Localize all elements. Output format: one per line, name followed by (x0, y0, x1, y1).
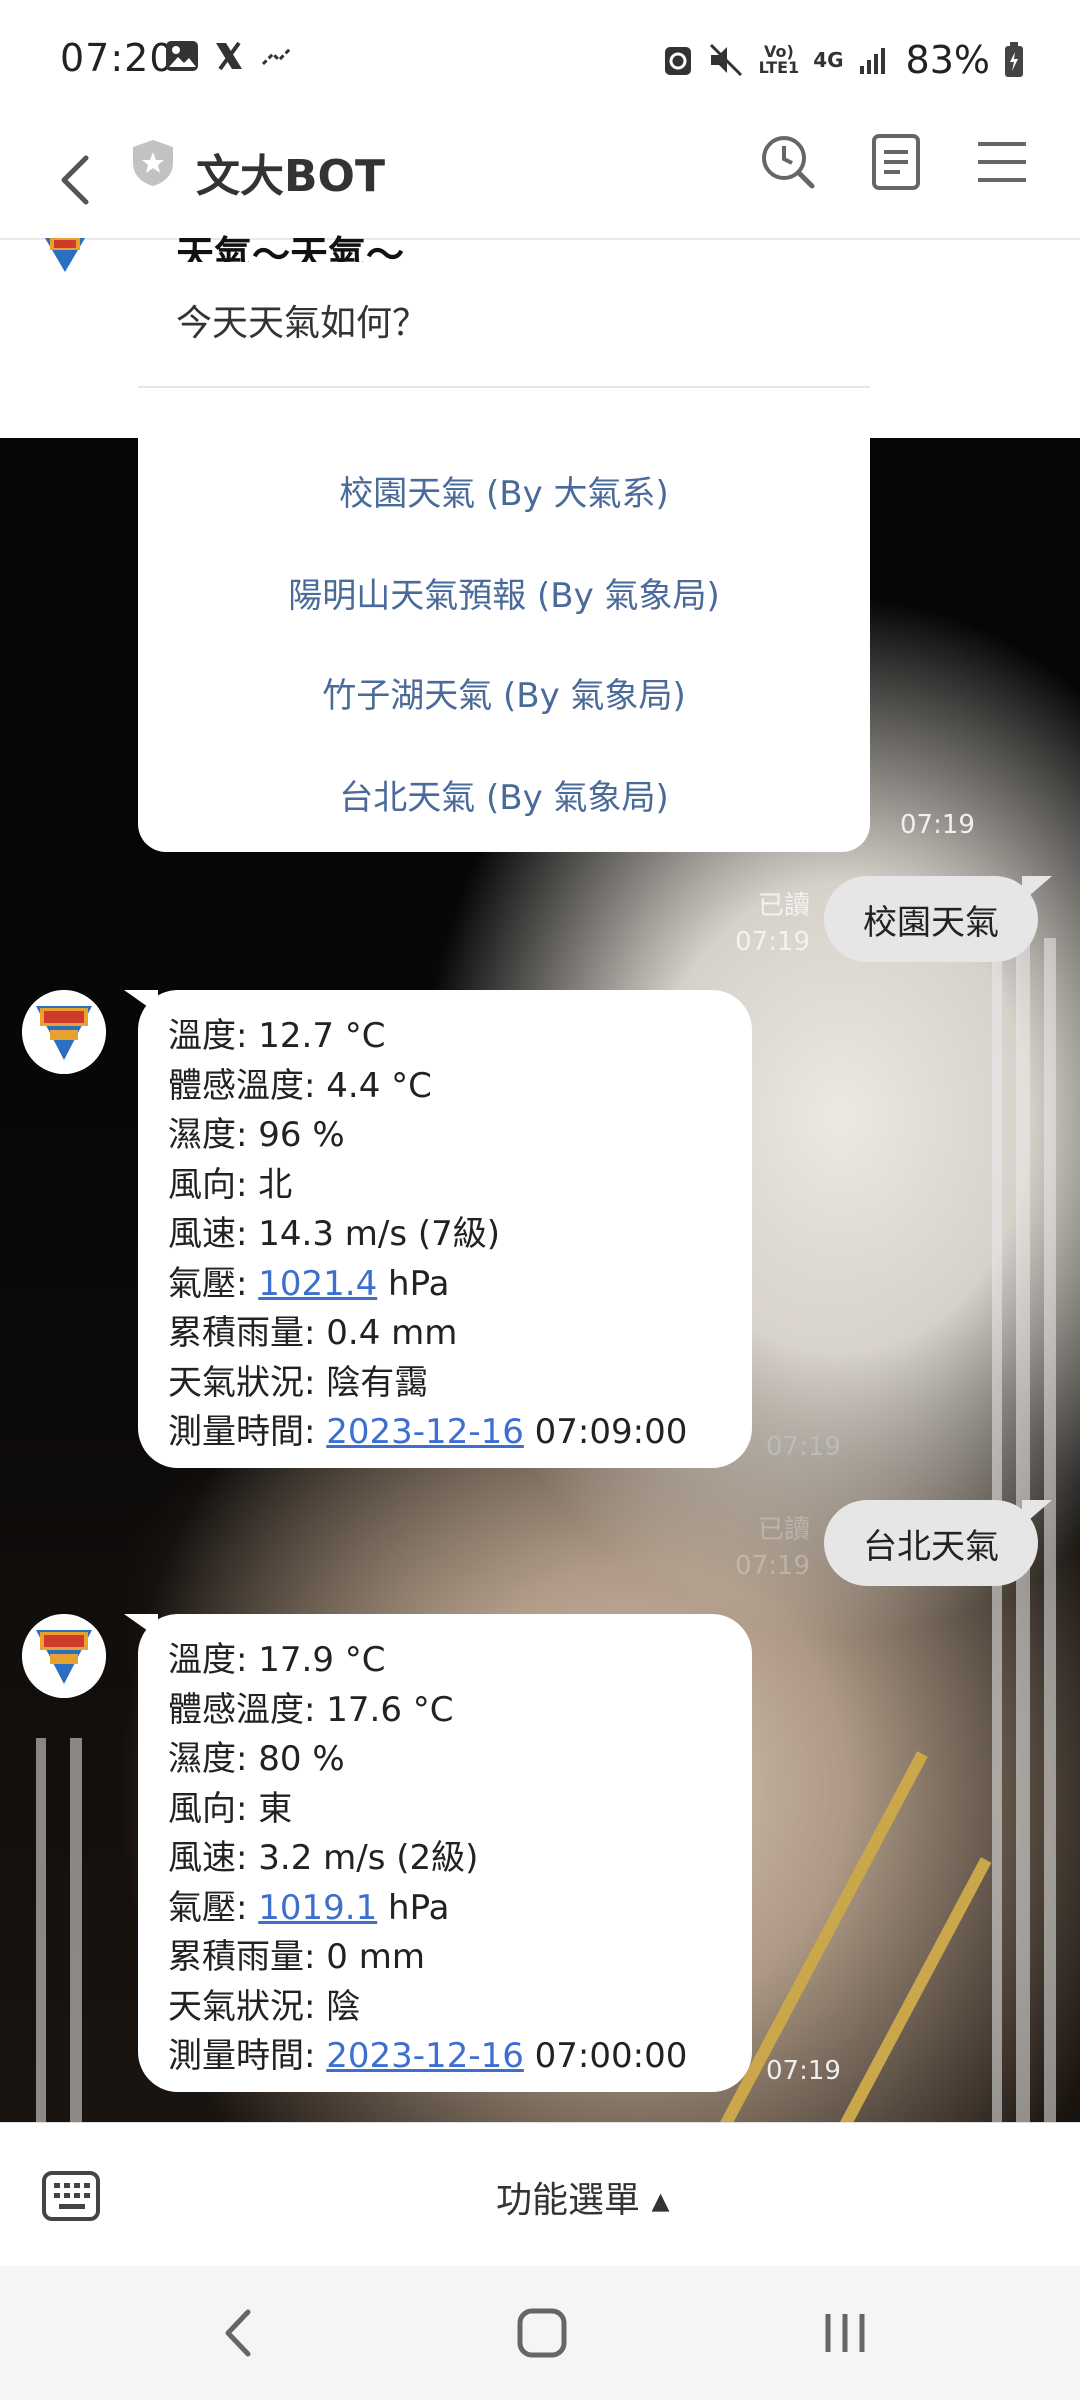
system-navigation-bar (0, 2266, 1080, 2400)
menu-option-yangmingshan[interactable]: 陽明山天氣預報 (By 氣象局) (138, 568, 870, 617)
nav-home-icon[interactable] (516, 2306, 568, 2360)
pressure-line: 氣壓: 1021.4 hPa (168, 1263, 450, 1304)
weather-menu-card: 校園天氣 (By 大氣系) 陽明山天氣預報 (By 氣象局) 竹子湖天氣 (By… (138, 438, 870, 852)
background-stripe (36, 1738, 46, 2122)
message-time: 07:19 (766, 1432, 841, 1462)
pressure-link[interactable]: 1021.4 (258, 1264, 377, 1304)
divider (138, 386, 870, 388)
bot-avatar[interactable] (22, 1614, 106, 1698)
status-right-icons: Vo) LTE1 4G 83% (663, 38, 1024, 82)
status-bar: 07:20 Vo) LTE1 4G 83% (0, 0, 1080, 120)
condition-text: 天氣狀況: 陰 (168, 1986, 361, 2027)
pressure-line: 氣壓: 1019.1 hPa (168, 1887, 450, 1928)
battery-icon (1005, 42, 1023, 77)
network-type: 4G (813, 48, 844, 72)
mute-icon (709, 43, 742, 77)
status-left-icons (165, 40, 295, 72)
user-message-bubble: 台北天氣 (824, 1500, 1038, 1586)
menu-option-campus[interactable]: 校園天氣 (By 大氣系) (138, 466, 870, 515)
missed-call-icon (261, 46, 293, 66)
signal-icon (859, 48, 885, 74)
pressure-link[interactable]: 1019.1 (258, 1888, 377, 1928)
menu-icon[interactable] (972, 132, 1032, 192)
rainfall-text: 累積雨量: 0 mm (168, 1937, 425, 1977)
nav-back-icon[interactable] (218, 2306, 258, 2360)
previous-message-area (0, 242, 1080, 438)
menu-option-zhuzihu[interactable]: 竹子湖天氣 (By 氣象局) (138, 668, 870, 717)
user-message-bubble: 校園天氣 (824, 876, 1038, 962)
function-menu-bar: 功能選單 ▴ (0, 2122, 1080, 2266)
feels-like-text: 體感溫度: 17.6 °C (168, 1689, 454, 1730)
background-stripe (1044, 938, 1056, 2122)
bot-avatar[interactable] (22, 990, 106, 1074)
function-menu-button[interactable]: 功能選單 ▴ (496, 2171, 670, 2223)
menu-option-taipei[interactable]: 台北天氣 (By 氣象局) (138, 770, 870, 819)
condition-text: 天氣狀況: 陰有靄 (168, 1362, 429, 1403)
rainfall-text: 累積雨量: 0.4 mm (168, 1313, 458, 1353)
read-receipt: 已讀 07:19 (735, 1515, 810, 1581)
measure-time-line: 測量時間: 2023-12-16 07:09:00 (168, 1412, 688, 1452)
wind-direction-text: 風向: 東 (168, 1788, 293, 1829)
temperature-text: 溫度: 17.9 °C (168, 1640, 386, 1680)
x-app-icon (216, 41, 242, 71)
recycle-icon (664, 47, 691, 75)
bot-reply-bubble: 溫度: 17.9 °C 體感溫度: 17.6 °C 濕度: 80 % 風向: 東… (138, 1614, 752, 2092)
date-link[interactable]: 2023-12-16 (326, 2036, 524, 2076)
humidity-text: 濕度: 80 % (168, 1739, 345, 1779)
temperature-text: 溫度: 12.7 °C (168, 1016, 386, 1056)
battery-percent: 83% (905, 38, 990, 82)
humidity-text: 濕度: 96 % (168, 1115, 345, 1155)
previous-message-title: 天氣～天氣～ (176, 233, 405, 262)
keyboard-icon[interactable] (42, 2169, 100, 2223)
school-logo-icon (22, 990, 106, 1074)
measure-time-line: 測量時間: 2023-12-16 07:00:00 (168, 2036, 688, 2076)
nav-recents-icon[interactable] (822, 2306, 868, 2360)
wind-direction-text: 風向: 北 (168, 1164, 293, 1205)
bot-reply-bubble: 溫度: 12.7 °C 體感溫度: 4.4 °C 濕度: 96 % 風向: 北 … (138, 990, 752, 1468)
wind-speed-text: 風速: 14.3 m/s (7級) (168, 1214, 501, 1254)
gallery-icon (166, 41, 198, 71)
message-time: 07:19 (900, 810, 975, 840)
notes-icon[interactable] (866, 132, 926, 192)
page-title: 文大BOT (196, 151, 385, 202)
previous-message-subtitle: 今天天氣如何？ (176, 303, 429, 344)
network-label: Vo) LTE1 (758, 42, 800, 77)
feels-like-text: 體感溫度: 4.4 °C (168, 1065, 432, 1106)
background-stripe (70, 1738, 82, 2122)
status-time: 07:20 (60, 36, 175, 80)
wind-speed-text: 風速: 3.2 m/s (2級) (168, 1838, 479, 1878)
date-link[interactable]: 2023-12-16 (326, 1412, 524, 1452)
shield-icon (133, 140, 173, 186)
back-arrow-icon[interactable] (48, 150, 108, 210)
history-search-icon[interactable] (758, 132, 818, 192)
message-time: 07:19 (766, 2056, 841, 2086)
read-receipt: 已讀 07:19 (735, 891, 810, 957)
bot-avatar-partial (45, 238, 85, 272)
school-logo-icon (22, 1614, 106, 1698)
